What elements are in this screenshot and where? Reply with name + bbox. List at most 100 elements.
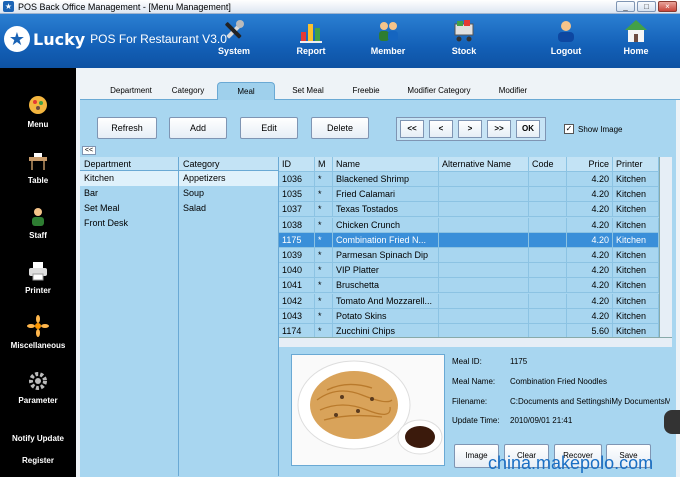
record-navigator: << < > >> OK: [396, 117, 546, 141]
table-cell: [439, 187, 529, 203]
sidebar-item-menu[interactable]: Menu: [0, 94, 76, 129]
sidebar-item-parameter[interactable]: Parameter: [0, 370, 76, 405]
table-vertical-scrollbar[interactable]: [659, 157, 672, 337]
table-cell: Fried Calamari: [333, 187, 439, 203]
bar-chart-icon: [300, 24, 322, 43]
table-cell: *: [315, 324, 333, 337]
close-button[interactable]: ×: [658, 1, 677, 12]
table-row[interactable]: 1037 * Texas Tostados 4.20 Kitchen: [279, 202, 659, 218]
table-cell: Kitchen: [613, 308, 659, 324]
tab-meal[interactable]: Meal: [217, 82, 275, 100]
table-cell: Kitchen: [613, 248, 659, 263]
meal-name-label: Meal Name:: [452, 377, 496, 386]
window-title: POS Back Office Management - [Menu Manag…: [18, 1, 231, 12]
table-cell: 4.20: [567, 278, 613, 294]
nav-system[interactable]: System: [204, 18, 264, 56]
nav-member[interactable]: Member: [358, 18, 418, 56]
nav-label: Stock: [451, 46, 477, 56]
column-header[interactable]: Alternative Name: [439, 157, 529, 172]
sidebar-item-staff[interactable]: Staff: [0, 205, 76, 240]
column-header[interactable]: Code: [529, 157, 567, 172]
list-item[interactable]: Front Desk: [80, 216, 178, 231]
table-cell: 4.20: [567, 187, 613, 203]
register-link[interactable]: Register: [0, 456, 76, 465]
add-button[interactable]: Add: [169, 117, 227, 139]
delete-button[interactable]: Delete: [311, 117, 369, 139]
table-cell: *: [315, 263, 333, 279]
list-item[interactable]: Set Meal: [80, 201, 178, 216]
last-record-button[interactable]: >>: [487, 120, 511, 138]
refresh-button[interactable]: Refresh: [97, 117, 157, 139]
prev-record-button[interactable]: <: [429, 120, 453, 138]
table-cell: Combination Fried N...: [333, 232, 439, 248]
table-cell: Bruschetta: [333, 278, 439, 294]
tab-freebie[interactable]: Freebie: [342, 82, 390, 100]
table-cell: [529, 187, 567, 203]
brand-name: Lucky: [33, 29, 86, 49]
nav-home[interactable]: Home: [606, 18, 666, 56]
list-item[interactable]: Bar: [80, 186, 178, 201]
cart-icon: [454, 20, 474, 42]
table-cell: *: [315, 308, 333, 324]
tab-modifier-category[interactable]: Modifier Category: [398, 82, 480, 100]
collapse-button[interactable]: <<: [82, 146, 96, 155]
table-row[interactable]: 1041 * Bruschetta 4.20 Kitchen: [279, 278, 659, 294]
sidebar-item-label: Printer: [25, 286, 51, 295]
update-time-label: Update Time:: [452, 416, 500, 425]
table-cell: *: [315, 232, 333, 248]
list-item[interactable]: Soup: [179, 186, 278, 201]
tab-set-meal[interactable]: Set Meal: [280, 82, 336, 100]
tab-department[interactable]: Department: [102, 82, 160, 100]
table-cell: 1042: [279, 293, 315, 309]
meal-name-value: Combination Fried Noodles: [510, 377, 607, 386]
ok-button[interactable]: OK: [516, 120, 540, 138]
table-row[interactable]: 1175 * Combination Fried N... 4.20 Kitchen: [279, 232, 659, 248]
maximize-button[interactable]: □: [637, 1, 656, 12]
show-image-checkbox[interactable]: ✓: [564, 124, 574, 134]
table-row[interactable]: 1035 * Fried Calamari 4.20 Kitchen: [279, 187, 659, 203]
table-row[interactable]: 1040 * VIP Platter 4.20 Kitchen: [279, 263, 659, 279]
nav-stock[interactable]: Stock: [434, 18, 494, 56]
column-header[interactable]: Name: [333, 157, 439, 172]
notify-update-link[interactable]: Notify Update: [0, 434, 76, 443]
table-horizontal-scrollbar[interactable]: [279, 337, 672, 347]
nav-report[interactable]: Report: [281, 18, 341, 56]
list-item[interactable]: Appetizers: [179, 171, 278, 186]
table-row[interactable]: 1042 * Tomato And Mozzarell... 4.20 Kitchen: [279, 293, 659, 309]
meal-detail-panel: Meal ID: 1175 Meal Name: Combination Fri…: [279, 348, 672, 468]
sidebar-item-miscellaneous[interactable]: Miscellaneous: [0, 315, 76, 350]
table-row[interactable]: 1043 * Potato Skins 4.20 Kitchen: [279, 308, 659, 324]
nav-logout[interactable]: Logout: [536, 18, 596, 56]
table-cell: *: [315, 293, 333, 309]
table-cell: *: [315, 202, 333, 218]
list-item[interactable]: Kitchen: [80, 171, 178, 186]
next-record-button[interactable]: >: [458, 120, 482, 138]
column-header[interactable]: Price: [567, 157, 613, 172]
table-cell: Tomato And Mozzarell...: [333, 293, 439, 309]
list-item[interactable]: Salad: [179, 201, 278, 216]
column-header[interactable]: Printer: [613, 157, 659, 172]
table-cell: VIP Platter: [333, 263, 439, 279]
table-cell: 1039: [279, 248, 315, 263]
minimize-button[interactable]: _: [616, 1, 635, 12]
sidebar-item-table[interactable]: Table: [0, 150, 76, 185]
side-panel-handle[interactable]: [664, 410, 680, 434]
nav-label: System: [217, 46, 251, 56]
table-row[interactable]: 1174 * Zucchini Chips 5.60 Kitchen: [279, 324, 659, 337]
nav-label: Logout: [550, 46, 582, 56]
sidebar-item-label: Table: [27, 176, 49, 185]
sidebar: Menu Table Staff Printer Miscellaneous P…: [0, 68, 76, 477]
table-cell: 1041: [279, 278, 315, 294]
sidebar-item-printer[interactable]: Printer: [0, 260, 76, 295]
table-row[interactable]: 1036 * Blackened Shrimp 4.20 Kitchen: [279, 172, 659, 187]
first-record-button[interactable]: <<: [400, 120, 424, 138]
edit-button[interactable]: Edit: [240, 117, 298, 139]
table-cell: [439, 248, 529, 263]
table-row[interactable]: 1039 * Parmesan Spinach Dip 4.20 Kitchen: [279, 248, 659, 263]
tab-modifier[interactable]: Modifier: [488, 82, 538, 100]
column-header[interactable]: M: [315, 157, 333, 172]
column-header[interactable]: ID: [279, 157, 315, 172]
tab-category[interactable]: Category: [162, 82, 214, 100]
table-row[interactable]: 1038 * Chicken Crunch 4.20 Kitchen: [279, 217, 659, 233]
user-logout-icon: [558, 21, 574, 42]
